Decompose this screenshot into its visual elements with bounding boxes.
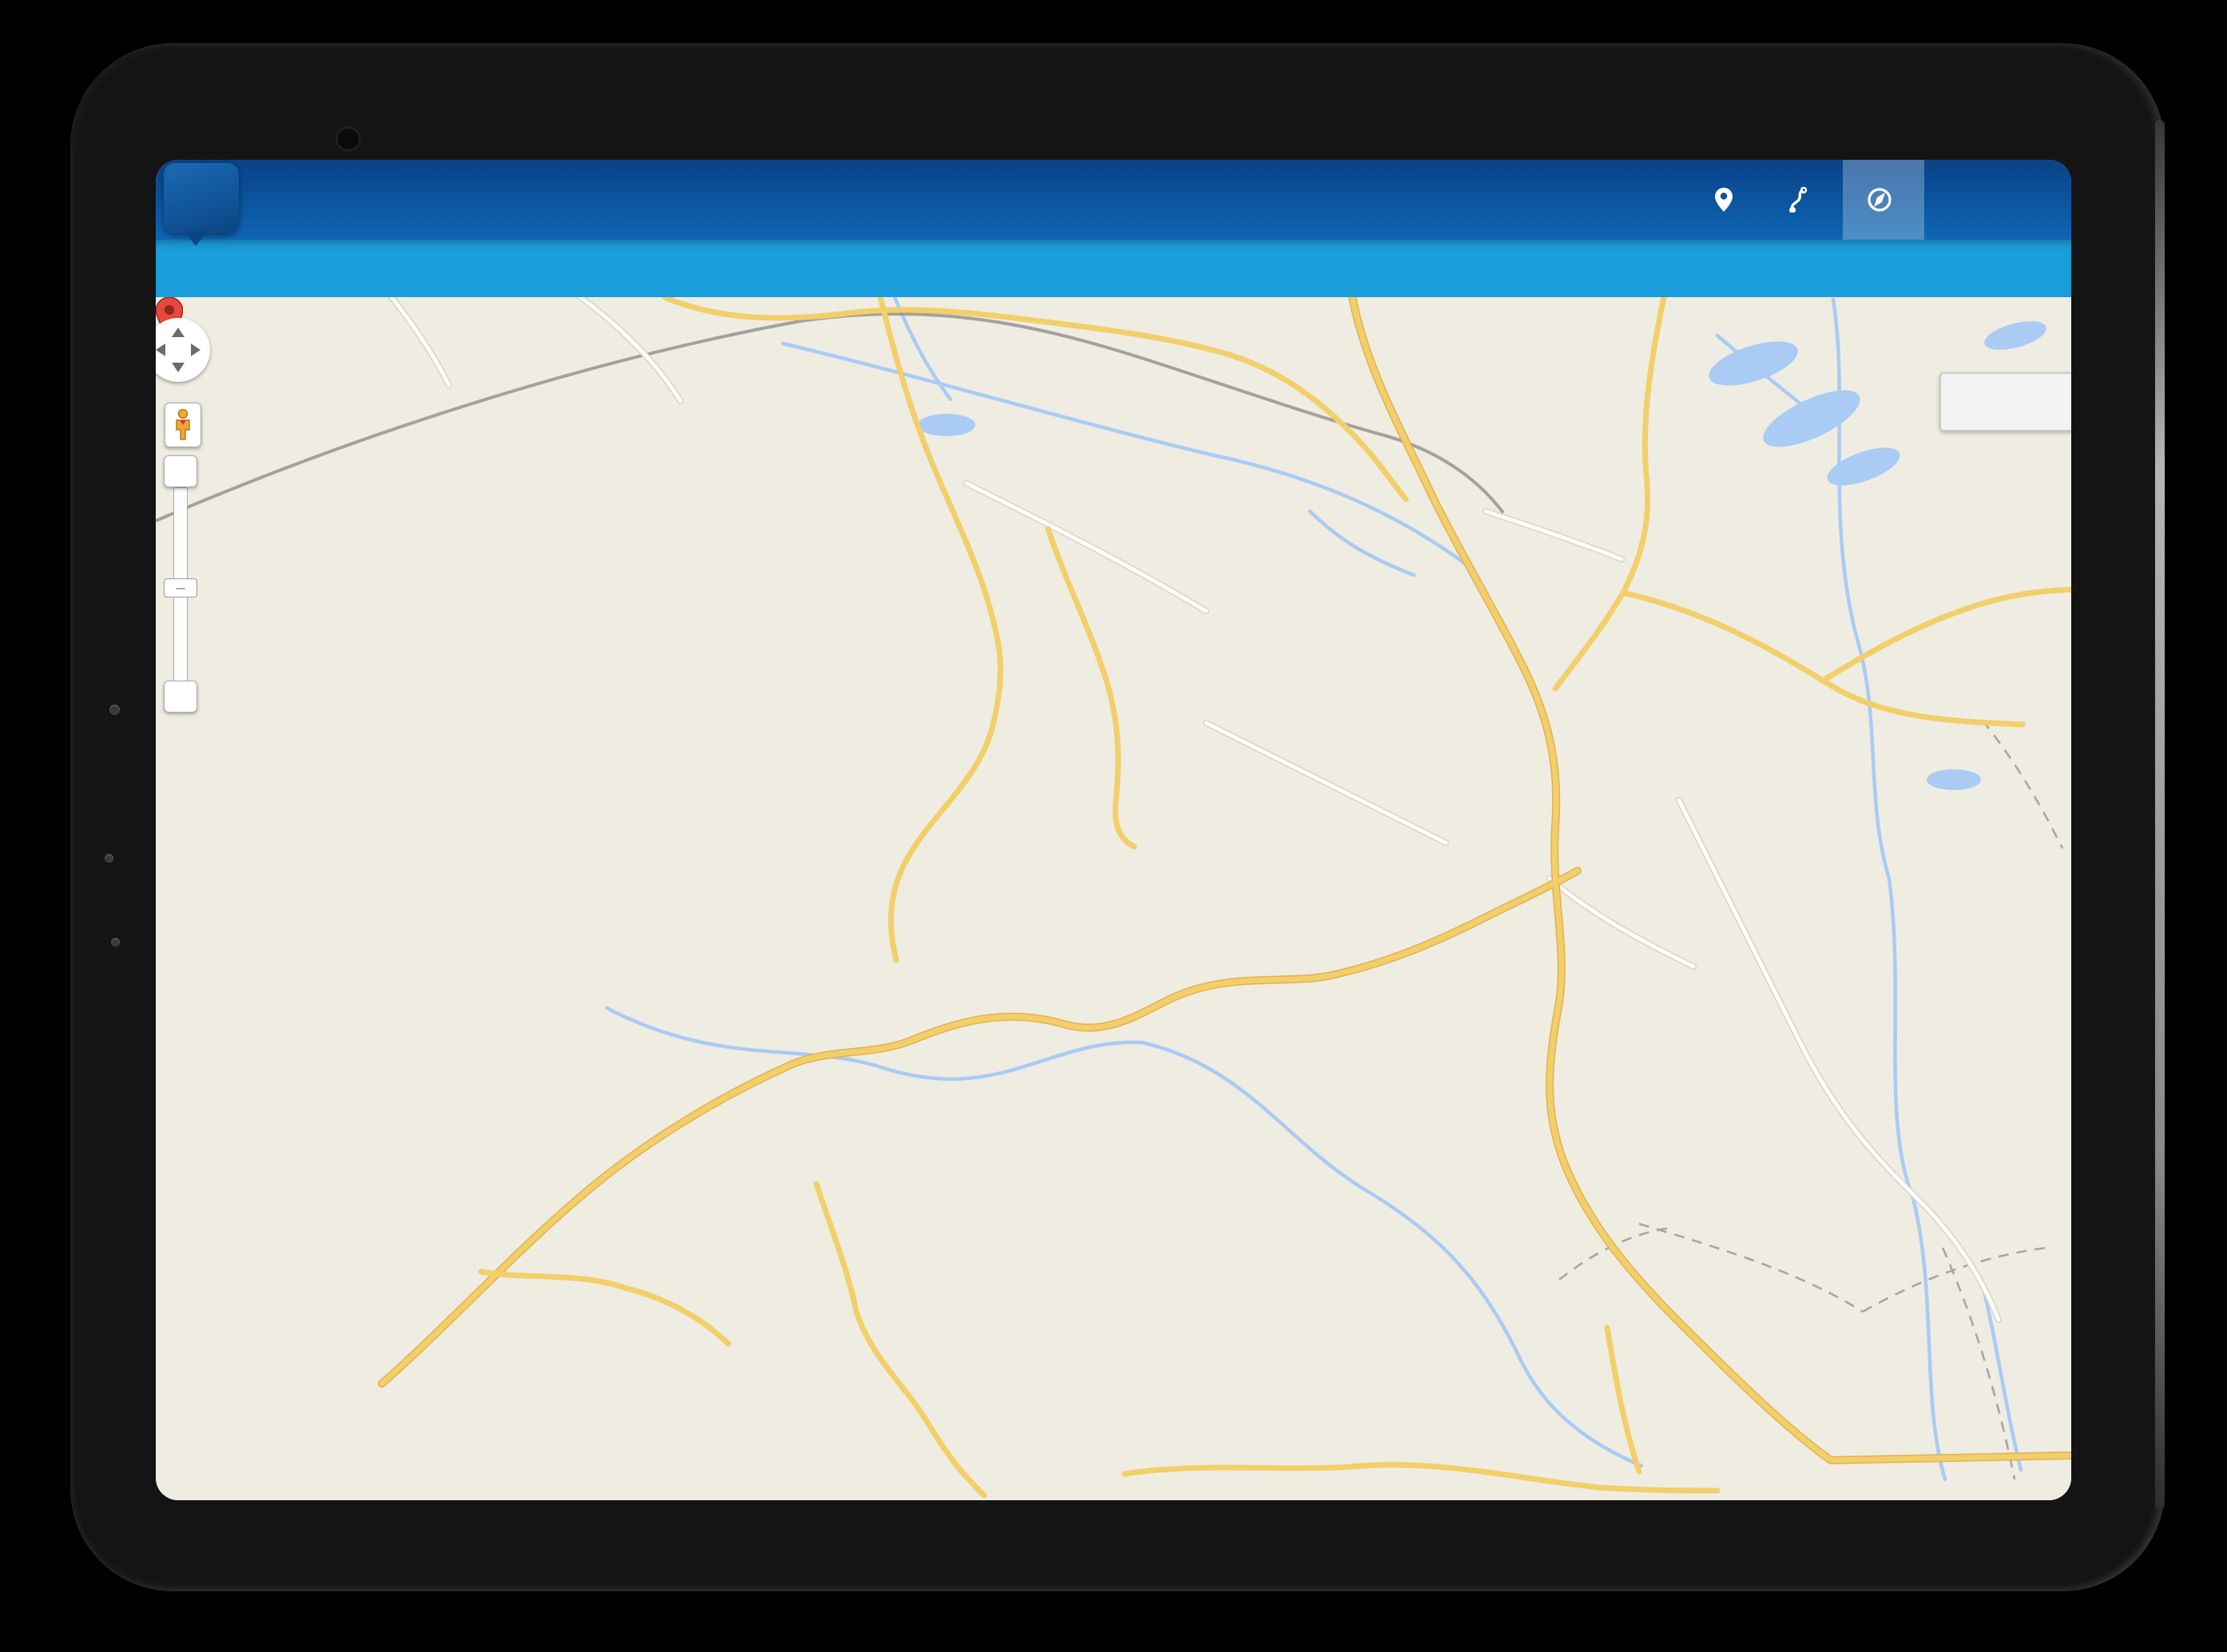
zoom-out-button[interactable] [164,681,197,713]
tablet-rim [2155,120,2165,1510]
nav-proximity[interactable] [1843,160,1924,240]
gps-assist-logo[interactable] [164,163,239,233]
pegman-control[interactable] [165,403,201,447]
zoom-slider-handle[interactable]: – [164,578,197,598]
compass-icon [1867,187,1892,212]
map-canvas[interactable]: – [156,297,2071,1500]
track-icon [1788,187,1811,212]
main-nav [1691,160,1924,240]
nav-track[interactable] [1765,160,1843,240]
side-button [109,705,120,715]
app-header [156,160,2071,240]
river [607,297,2021,1479]
road-casing [305,297,1999,1320]
lake [918,316,2050,790]
pan-arrows-icon [156,318,210,382]
side-button [111,938,120,947]
pin-icon [1715,188,1733,212]
pegman-icon [173,409,193,441]
road-main [382,297,2070,1495]
pan-control[interactable] [156,318,210,382]
sub-nav [156,240,2071,297]
side-button [105,854,113,863]
nav-locations[interactable] [1691,160,1765,240]
search-location-box[interactable] [1939,372,2071,431]
front-camera [335,126,361,152]
map-roads-layer [156,297,2071,1500]
app-screen: – [156,160,2071,1500]
road-secondary [305,297,1999,1320]
zoom-in-button[interactable] [164,455,197,487]
screenshot-stage: – [0,0,2227,1652]
country-border [156,314,1503,521]
county-border [1559,721,2062,1479]
